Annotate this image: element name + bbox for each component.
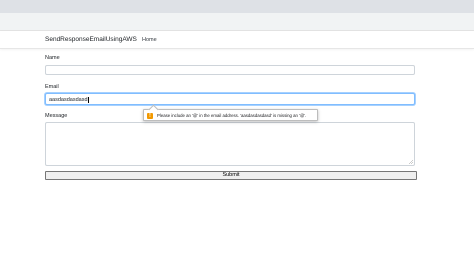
browser-tab-bar: [0, 0, 474, 13]
validation-tooltip: ! Please include an '@' in the email add…: [143, 104, 318, 121]
navbar-brand-link[interactable]: SendResponseEmailUsingAWS: [45, 36, 137, 43]
warning-icon: !: [147, 112, 153, 119]
email-input-value: aasdasdasdasd: [49, 97, 88, 103]
text-caret: [88, 96, 89, 103]
name-label: Name: [45, 55, 60, 61]
message-textarea[interactable]: [45, 122, 415, 166]
name-input[interactable]: [45, 65, 415, 75]
browser-toolbar: [0, 13, 474, 31]
email-label: Email: [45, 84, 59, 90]
resize-grip-icon[interactable]: [409, 160, 413, 164]
message-label: Message: [45, 113, 68, 119]
navbar: SendResponseEmailUsingAWS Home: [0, 31, 474, 49]
nav-home-link[interactable]: Home: [142, 37, 157, 43]
email-input[interactable]: aasdasdasdasd: [45, 93, 415, 105]
validation-message: Please include an '@' in the email addre…: [157, 113, 307, 118]
submit-button[interactable]: Submit: [45, 171, 417, 180]
